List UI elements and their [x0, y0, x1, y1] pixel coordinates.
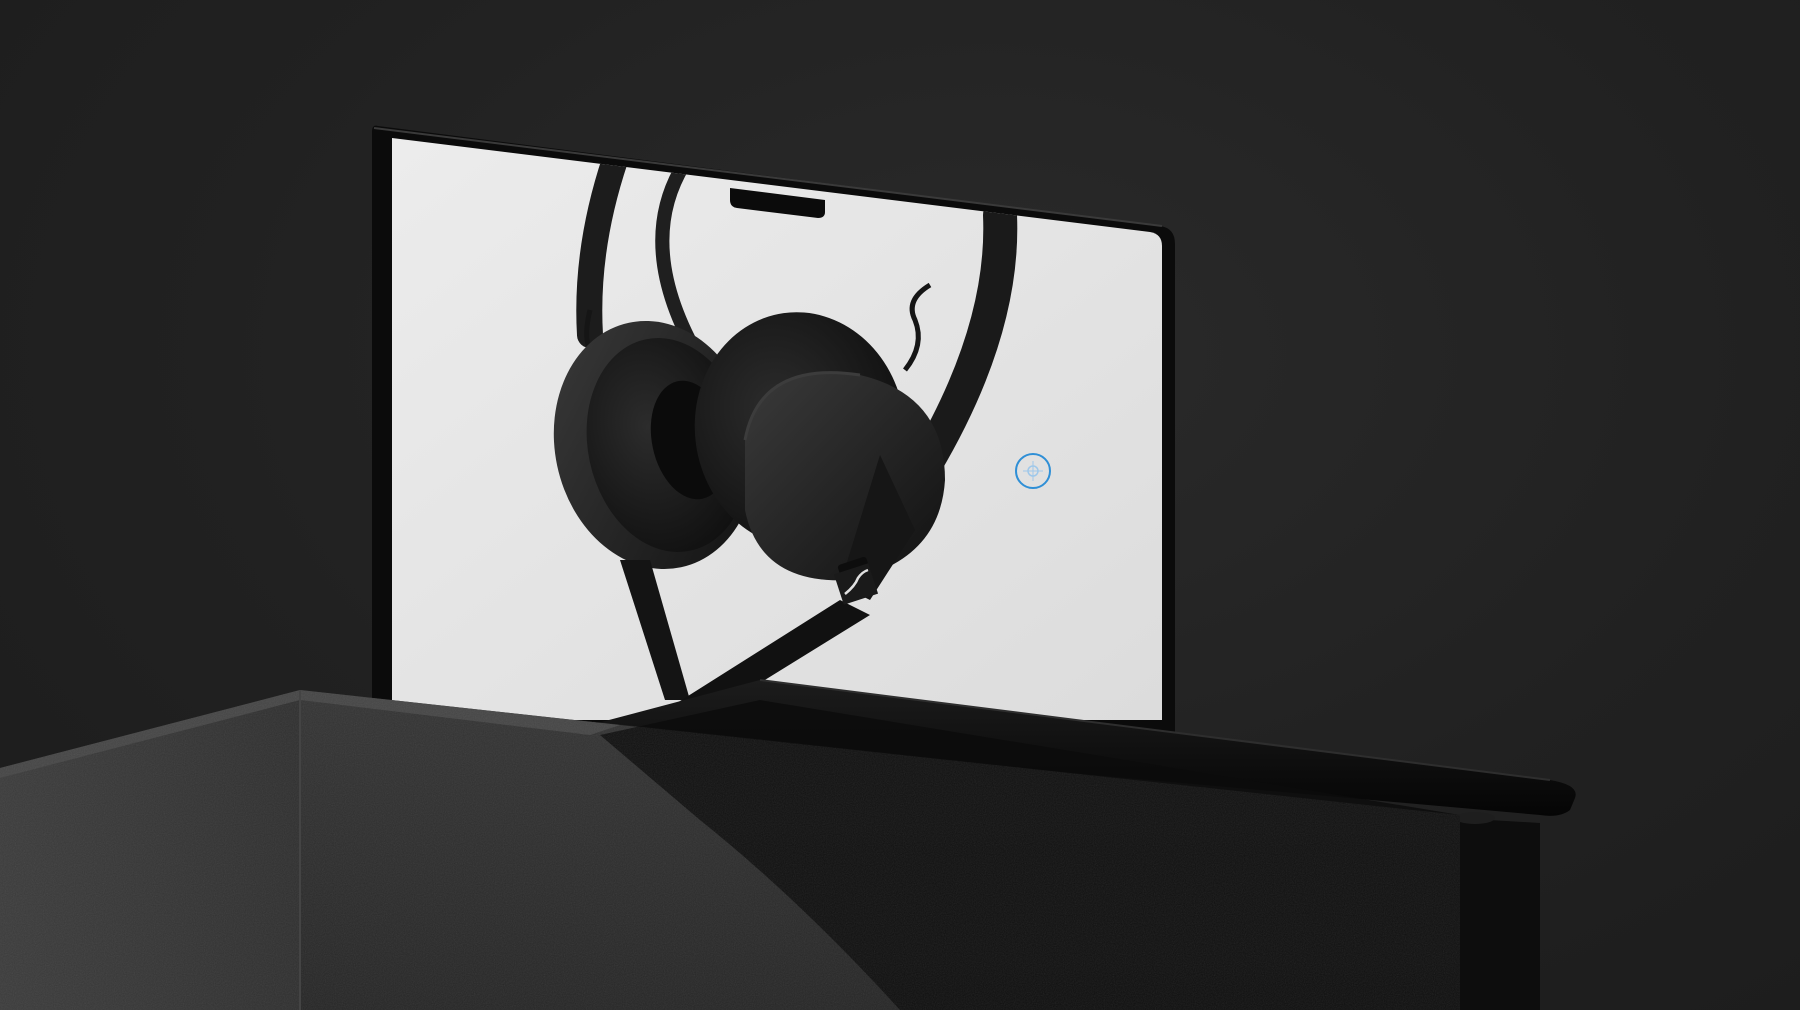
- product-scene: [0, 0, 1800, 1010]
- scene-illustration: [0, 125, 1576, 1010]
- pedestal-block: [0, 690, 1460, 1010]
- laptop-screen: [392, 138, 1162, 720]
